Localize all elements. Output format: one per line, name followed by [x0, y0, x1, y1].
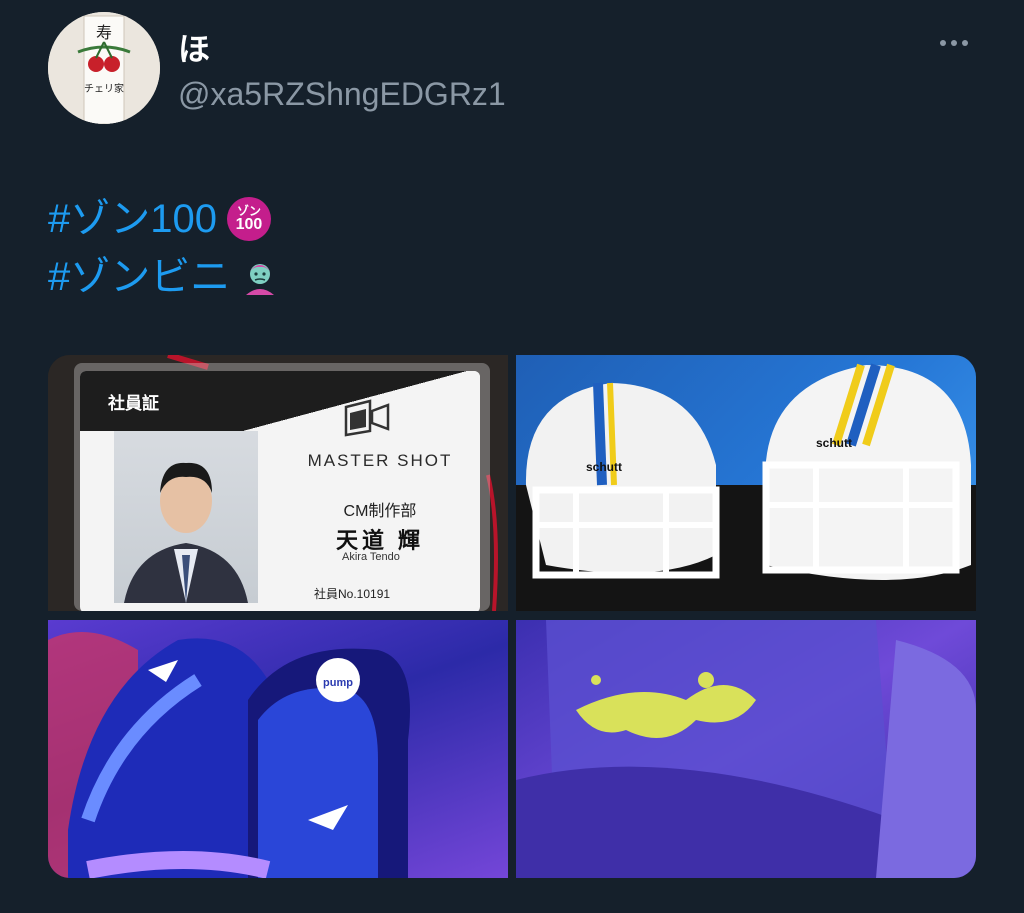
- tweet-line: #ゾン100 ゾン 100: [48, 190, 280, 248]
- avatar-text-top: 寿: [96, 23, 112, 42]
- hashtag-zon100[interactable]: #ゾン100: [48, 190, 217, 248]
- helmets-image: schutt schutt: [516, 363, 976, 611]
- dot: [940, 40, 946, 46]
- avatar-text-bottom: チェリ家: [84, 82, 124, 95]
- pump-button-label: pump: [323, 677, 353, 689]
- id-card-employee-number: 社員No.10191: [314, 587, 391, 601]
- avatar[interactable]: 寿 チェリ家: [48, 12, 160, 124]
- zon100-badge-icon: ゾン 100: [226, 197, 271, 241]
- media-grid: 社員証 MASTER SHOT CM制作部 天道 輝 Akira Tendo 社…: [48, 355, 976, 878]
- tweet-text: #ゾン100 ゾン 100 #ゾンビニ: [48, 190, 280, 306]
- display-name[interactable]: ほ: [178, 24, 210, 70]
- user-handle[interactable]: @xa5RZShngEDGRz1: [178, 76, 506, 113]
- hashtag-zonbini[interactable]: #ゾンビニ: [48, 248, 230, 306]
- id-card: 社員証 MASTER SHOT CM制作部 天道 輝 Akira Tendo 社…: [80, 371, 480, 611]
- dot: [962, 40, 968, 46]
- zombie-icon: [246, 264, 275, 295]
- tweet-line: #ゾンビニ: [48, 248, 280, 306]
- id-card-department: CM制作部: [343, 503, 417, 520]
- badge-bottom-text: 100: [235, 216, 263, 233]
- more-options-icon[interactable]: [934, 28, 974, 58]
- id-card-photo: [114, 431, 258, 603]
- sneakers-image: pump: [48, 632, 410, 878]
- media-photo-splatter[interactable]: [516, 620, 976, 878]
- media-photo-sneakers[interactable]: pump: [48, 620, 508, 878]
- id-card-brand: MASTER SHOT: [307, 451, 453, 470]
- media-photo-helmets[interactable]: schutt schutt: [516, 355, 976, 611]
- media-photo-id-card[interactable]: 社員証 MASTER SHOT CM制作部 天道 輝 Akira Tendo 社…: [48, 355, 508, 611]
- splatter-image: [516, 620, 976, 878]
- camera-logo-icon: [344, 399, 390, 437]
- dot: [951, 40, 957, 46]
- helmet-brand-left: schutt: [586, 460, 622, 474]
- portrait-image: [124, 462, 248, 603]
- id-card-name-roman: Akira Tendo: [342, 551, 400, 563]
- id-card-title: 社員証: [108, 394, 159, 413]
- helmet-brand-right: schutt: [816, 436, 852, 450]
- avatar-image: 寿 チェリ家: [48, 12, 160, 124]
